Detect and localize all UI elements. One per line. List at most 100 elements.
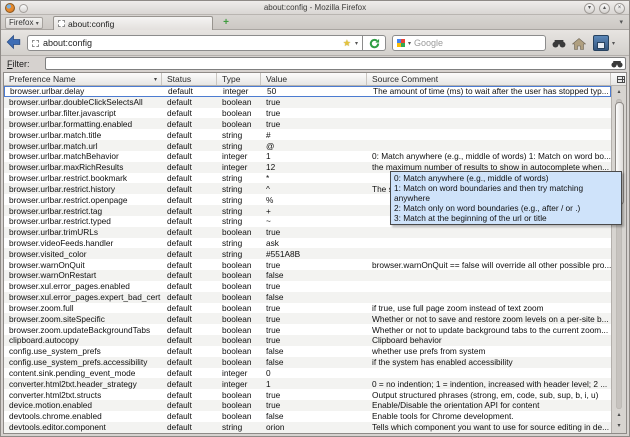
table-row[interactable]: browser.urlbar.delay default integer 50 The … (4, 86, 611, 97)
google-engine-icon[interactable] (397, 39, 405, 47)
pref-name-cell: browser.zoom.full (9, 302, 74, 313)
table-row[interactable]: browser.warnOnQuit default boolean true brow… (4, 259, 611, 270)
table-row[interactable]: devtools.errorconsole.enableddefaultbool… (4, 433, 611, 434)
scroll-up-icon[interactable]: ▴ (612, 87, 626, 98)
status-cell: default (167, 173, 192, 184)
column-picker-button[interactable] (611, 73, 626, 85)
pref-name-cell: browser.urlbar.restrict.typed (9, 216, 111, 227)
value-cell: % (266, 194, 274, 205)
table-row[interactable]: browser.urlbar.match.url default string @ (4, 140, 611, 151)
bookmarks-panel-button[interactable] (593, 35, 609, 51)
column-header-preference-name[interactable]: Preference Name ▾ (4, 73, 162, 85)
pref-name-cell: device.motion.enabled (9, 400, 93, 411)
table-row[interactable]: browser.urlbar.matchBehavior default integ… (4, 151, 611, 162)
table-row[interactable]: browser.urlbar.doubleClickSelectsAll defa… (4, 96, 611, 108)
comment-cell: Enable/Disable the orientation API for c… (372, 400, 540, 411)
value-cell: false (266, 411, 284, 422)
chevron-down-icon[interactable]: ▾ (612, 40, 615, 47)
value-cell: true (266, 281, 281, 292)
comment-cell: The amount of time (ms) to wait after th… (373, 86, 609, 97)
home-button[interactable] (570, 36, 588, 51)
status-cell: default (167, 411, 192, 422)
list-all-tabs-icon[interactable]: ▾ (619, 18, 623, 26)
table-row[interactable]: browser.warnOnRestart default boolean false (4, 270, 611, 281)
value-cell: + (266, 205, 271, 216)
status-cell: default (167, 162, 192, 173)
table-row[interactable]: browser.urlbar.trimURLs default boolean tru… (4, 226, 611, 238)
table-row[interactable]: browser.zoom.updateBackgroundTabs default… (4, 324, 611, 335)
url-text: about:config (43, 38, 93, 48)
tooltip-line: 3: Match at the beginning of the url or … (394, 213, 547, 223)
table-row[interactable]: converter.html2txt.structs default boolean… (4, 389, 611, 400)
column-header-type[interactable]: Type (217, 73, 261, 85)
value-cell: true (266, 302, 281, 313)
type-cell: boolean (222, 400, 252, 411)
table-row[interactable]: device.motion.enabled default boolean true E… (4, 400, 611, 411)
titlebar: about:config - Mozilla Firefox ▾ ▴ × (1, 1, 629, 15)
pref-name-cell: converter.html2txt.structs (9, 389, 102, 400)
table-row[interactable]: browser.urlbar.filter.javascript default b… (4, 108, 611, 119)
pref-name-cell: browser.urlbar.restrict.bookmark (9, 173, 128, 184)
comment-cell: Clipboard behavior (372, 335, 442, 346)
value-cell: * (266, 173, 270, 184)
status-cell: default (167, 108, 192, 119)
filter-input[interactable] (45, 57, 626, 70)
bookmark-star-icon[interactable]: ★ (343, 38, 351, 49)
window-title: about:config - Mozilla Firefox (263, 3, 367, 12)
search-placeholder: Google (414, 38, 444, 48)
status-cell: default (167, 194, 192, 205)
type-cell: boolean (222, 292, 252, 303)
tab-about-config[interactable]: about:config (53, 16, 213, 30)
search-box[interactable]: ▾ Google (392, 35, 546, 51)
chevron-down-icon[interactable]: ▾ (408, 40, 411, 47)
value-cell: 0 (266, 367, 271, 378)
table-row[interactable]: browser.xul.error_pages.enabled default bo… (4, 281, 611, 292)
url-bar[interactable]: about:config ★ ▾ (27, 35, 363, 51)
status-cell: default (167, 259, 192, 270)
new-tab-button[interactable]: + (217, 17, 235, 29)
table-row[interactable]: browser.visited_color default string #551A8… (4, 248, 611, 260)
chevron-down-icon[interactable]: ▾ (355, 40, 358, 47)
pref-name-cell: browser.zoom.siteSpecific (9, 313, 105, 324)
pref-name-cell: browser.warnOnRestart (9, 270, 97, 281)
find-button[interactable] (550, 36, 568, 51)
status-cell: default (167, 367, 192, 378)
table-row[interactable]: browser.urlbar.formatting.enabled default… (4, 118, 611, 130)
pref-name-cell: browser.urlbar.restrict.openpage (9, 194, 128, 205)
status-cell: default (168, 86, 193, 97)
scroll-down-icon[interactable]: ▾ (612, 421, 626, 432)
reload-button[interactable] (363, 35, 386, 51)
value-cell: true (266, 389, 281, 400)
pref-name-cell: browser.urlbar.formatting.enabled (9, 118, 133, 129)
value-cell: true (266, 335, 281, 346)
vertical-scrollbar[interactable]: ▴ ▴ ▾ (611, 86, 626, 433)
status-cell: default (167, 335, 192, 346)
table-row[interactable]: devtools.editor.component default string or… (4, 421, 611, 433)
back-button[interactable] (5, 34, 23, 51)
maximize-button[interactable]: ▴ (599, 2, 610, 14)
value-cell: false (266, 346, 284, 357)
table-row[interactable]: devtools.chrome.enabled default boolean fal… (4, 411, 611, 422)
table-row[interactable]: config.use_system_prefs.accessibility def… (4, 356, 611, 368)
status-cell: default (167, 248, 192, 259)
table-row[interactable]: config.use_system_prefs default boolean fal… (4, 346, 611, 357)
column-header-value[interactable]: Value (261, 73, 367, 85)
table-row[interactable]: browser.zoom.siteSpecific default boolean t… (4, 313, 611, 325)
table-row[interactable]: clipboard.autocopy default boolean true Clip… (4, 335, 611, 346)
column-header-source-comment[interactable]: Source Comment (367, 73, 611, 85)
table-row[interactable]: browser.urlbar.match.title default string # (4, 129, 611, 140)
window-sticky-button[interactable] (19, 4, 28, 13)
table-row[interactable]: converter.html2txt.header_strategy defaul… (4, 378, 611, 390)
table-row[interactable]: browser.zoom.full default boolean true if tr… (4, 303, 611, 314)
column-header-status[interactable]: Status (162, 73, 217, 85)
pref-name-cell: browser.urlbar.restrict.history (9, 183, 116, 194)
type-cell: boolean (222, 335, 252, 346)
minimize-button[interactable]: ▾ (584, 2, 595, 14)
table-row[interactable]: content.sink.pending_event_mode default in… (4, 368, 611, 379)
table-row[interactable]: browser.videoFeeds.handler default string a… (4, 238, 611, 249)
table-row[interactable]: browser.xul.error_pages.expert_bad_cert d… (4, 291, 611, 303)
firefox-menu-button[interactable]: Firefox ▾ (5, 17, 43, 29)
close-button[interactable]: × (614, 2, 625, 14)
scroll-up-icon[interactable]: ▴ (612, 410, 626, 421)
type-cell: boolean (222, 270, 252, 281)
